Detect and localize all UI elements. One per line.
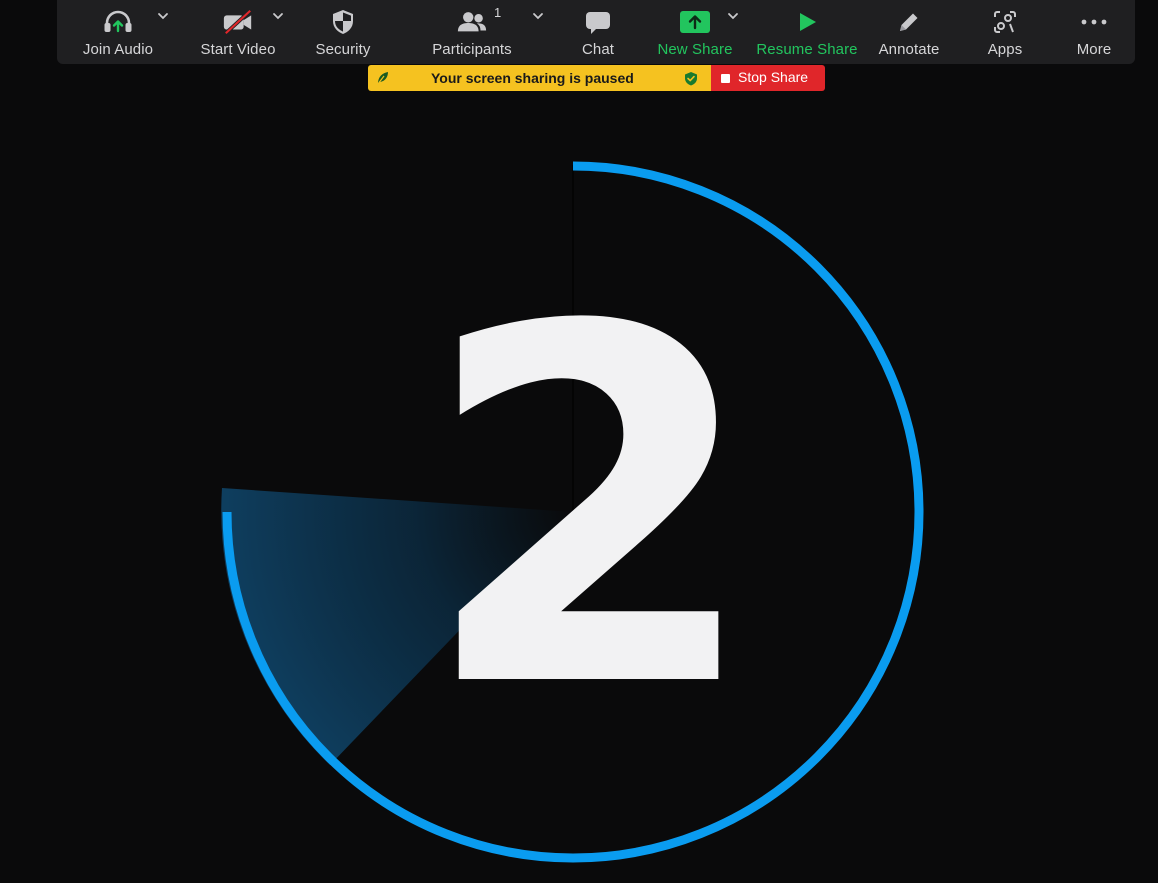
stop-square-icon: [721, 74, 730, 83]
verified-shield-icon: [684, 71, 698, 91]
participants-icon: [456, 8, 488, 36]
apps-icon: [989, 8, 1021, 36]
security-label: Security: [315, 41, 371, 58]
countdown-display: 2: [0, 0, 1158, 883]
countdown-number: 2: [420, 224, 761, 795]
shield-icon: [327, 8, 359, 36]
pencil-icon: [893, 8, 925, 36]
new-share-caret-icon[interactable]: [726, 9, 740, 23]
annotate-button[interactable]: Annotate: [869, 0, 949, 64]
sharing-paused-message: Your screen sharing is paused: [431, 70, 634, 86]
more-dots-icon: [1078, 8, 1110, 36]
participants-button[interactable]: Participants: [417, 0, 527, 64]
resume-share-label: Resume Share: [756, 41, 858, 58]
start-video-label: Start Video: [200, 41, 276, 58]
chat-label: Chat: [581, 41, 615, 58]
annotate-label: Annotate: [878, 41, 940, 58]
screen-share-stage: 2 Join Audio Start Video Security Partic…: [0, 0, 1158, 883]
more-label: More: [1076, 41, 1112, 58]
meeting-toolbar: Join Audio Start Video Security Particip…: [57, 0, 1135, 64]
chat-bubble-icon: [582, 8, 614, 36]
join-audio-caret-icon[interactable]: [156, 9, 170, 23]
participants-label: Participants: [432, 41, 512, 58]
play-icon: [791, 8, 823, 36]
chat-button[interactable]: Chat: [563, 0, 633, 64]
stop-share-button[interactable]: Stop Share: [711, 65, 825, 91]
security-button[interactable]: Security: [300, 0, 386, 64]
leaf-icon: [376, 70, 390, 91]
apps-button[interactable]: Apps: [973, 0, 1037, 64]
resume-share-button[interactable]: Resume Share: [752, 0, 862, 64]
join-audio-label: Join Audio: [82, 41, 154, 58]
share-upload-icon: [679, 8, 711, 36]
headphones-upload-icon: [102, 8, 134, 36]
stop-share-label: Stop Share: [738, 69, 809, 85]
sharing-paused-banner: Your screen sharing is paused: [368, 65, 712, 91]
apps-label: Apps: [987, 41, 1023, 58]
video-off-icon: [222, 8, 254, 36]
participants-count: 1: [494, 5, 502, 20]
new-share-label: New Share: [657, 41, 733, 58]
more-button[interactable]: More: [1065, 0, 1123, 64]
participants-caret-icon[interactable]: [531, 9, 545, 23]
start-video-caret-icon[interactable]: [271, 9, 285, 23]
